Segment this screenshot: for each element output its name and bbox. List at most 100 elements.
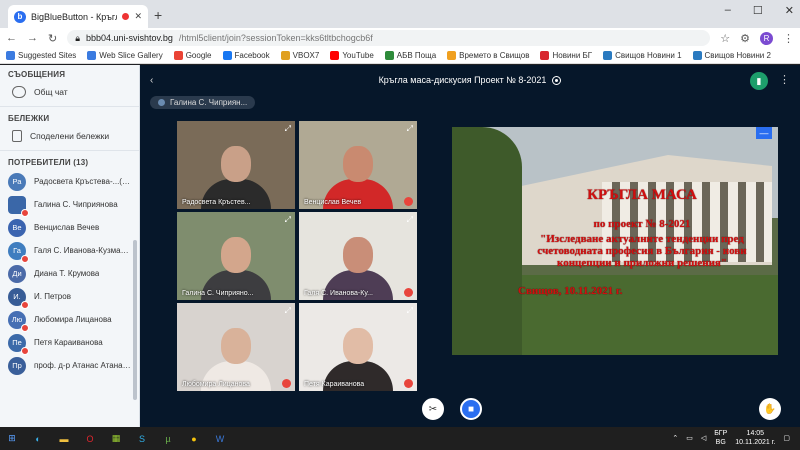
bookmark-item[interactable]: Свищов Новини 1 (603, 51, 682, 60)
network-icon[interactable]: ▭ (686, 434, 693, 442)
slide-line1: по проект № 8-2021 (593, 217, 691, 230)
video-tile[interactable]: ⤢ Радосвета Кръстев... (177, 121, 295, 209)
user-list-item[interactable]: Га Галя С. Иванова-Кузманова (0, 239, 139, 263)
bookmark-favicon-icon (384, 51, 394, 60)
bookmark-label: Facebook (234, 51, 270, 60)
video-tile[interactable]: ⤢ Петя Караиванова (299, 303, 417, 391)
bookmark-label: VBOX7 (292, 51, 320, 60)
user-name: проф. д-р Атанас Атанасов (34, 361, 131, 370)
chrome-icon[interactable]: ● (186, 432, 202, 446)
bookmark-item[interactable]: Web Slice Gallery (87, 51, 163, 60)
torrent-icon[interactable]: µ (160, 432, 176, 446)
profile-avatar[interactable]: R (760, 31, 773, 45)
user-avatar: Га (8, 241, 29, 263)
browser-tab[interactable]: b BigBlueButton - Кръгла мас... ✕ (8, 5, 148, 28)
clock-date: 10.11.2021 г. (735, 439, 776, 446)
user-list-item[interactable]: Ве Венцислав Вечев (0, 216, 139, 239)
video-tile[interactable]: ⤢ Любомира Лицанова (177, 303, 295, 391)
more-menu-icon[interactable]: ⋮ (783, 32, 794, 45)
user-initials: Лю (11, 315, 23, 324)
video-participant-name[interactable]: Венцислав Вечев (304, 199, 361, 206)
bookmark-item[interactable]: Facebook (222, 51, 270, 60)
bookmark-item[interactable]: YouTube (330, 51, 374, 60)
volume-icon[interactable]: ◁ (701, 434, 706, 442)
edge-icon[interactable]: ◐ (30, 432, 46, 446)
bookmark-favicon-icon (692, 51, 702, 60)
file-explorer-icon[interactable]: ▬ (56, 432, 72, 446)
bookmark-item[interactable]: Suggested Sites (6, 51, 76, 60)
user-list-item[interactable]: Пе Петя Караиванова (0, 331, 139, 355)
fullscreen-icon[interactable]: ⤢ (285, 124, 291, 134)
fullscreen-icon[interactable]: ⤢ (407, 215, 413, 225)
windows-start-icon[interactable]: ⊞ (4, 432, 20, 446)
bookmark-item[interactable]: Свищов Новини 2 (692, 51, 771, 60)
shared-notes-item[interactable]: Споделени бележки (0, 126, 139, 148)
fullscreen-icon[interactable]: ⤢ (285, 215, 291, 225)
fullscreen-icon[interactable]: ⤢ (407, 306, 413, 316)
excel-like-icon[interactable]: ▦ (108, 432, 124, 446)
notifications-icon[interactable]: ▢ (783, 434, 790, 442)
language-indicator[interactable]: БГР BG (714, 429, 727, 447)
toggle-sidebar-icon[interactable]: ‹ (150, 75, 153, 86)
bookmark-item[interactable]: Времето в Свищов (447, 51, 529, 60)
video-tile[interactable]: ⤢ Галина С. Чиприяно... (177, 212, 295, 300)
user-list-item[interactable]: Галина С. Чиприянова (0, 193, 139, 217)
clock[interactable]: 14:05 10.11.2021 г. (735, 429, 775, 447)
close-tab-icon[interactable]: ✕ (134, 11, 142, 22)
taskbar: ⊞ ◐ ▬ O ▦ S µ ● W ⌃ ▭ ◁ БГР BG 14:05 10.… (0, 427, 800, 450)
reload-button[interactable]: ↻ (48, 32, 57, 45)
user-list-item[interactable]: Ра Радосвета Кръстева-...(Вие) (0, 170, 139, 193)
video-participant-name[interactable]: Радосвета Кръстев... (182, 199, 251, 206)
url-field[interactable]: 🔒︎ bbb04.uni-svishtov.bg/html5client/joi… (67, 30, 711, 46)
bookmark-item[interactable]: VBOX7 (280, 51, 320, 60)
minimize-presentation-button[interactable]: — (756, 127, 772, 139)
slide-line2: "Изследване актуалните тенденции пред сч… (537, 232, 747, 269)
extensions-icon[interactable]: ⚙ (740, 32, 750, 45)
user-avatar (8, 195, 29, 217)
skype-icon[interactable]: S (134, 432, 150, 446)
options-menu-icon[interactable]: ⋮ (779, 73, 790, 86)
video-tile[interactable]: ⤢ Галя С. Иванова-Ку... (299, 212, 417, 300)
bookmark-item[interactable]: Google (173, 51, 212, 60)
bookmark-favicon-icon (280, 51, 290, 60)
forward-button[interactable]: → (27, 32, 38, 44)
star-icon[interactable]: ☆ (720, 32, 730, 45)
back-button[interactable]: ← (6, 32, 17, 44)
connection-status-icon[interactable]: ▮ (750, 72, 768, 90)
user-list-item[interactable]: Лю Любомира Лицанова (0, 308, 139, 332)
video-grid: ⤢ Радосвета Кръстев... ⤢ Венцислав Вечев ⤢ Га… (177, 121, 417, 391)
users-header: ПОТРЕБИТЕЛИ (13) (8, 158, 89, 167)
camera-button[interactable]: ■ (460, 398, 482, 420)
minimize-button[interactable]: – (725, 4, 731, 17)
share-screen-button[interactable]: ✂ (422, 398, 444, 420)
user-list-item[interactable]: Ди Диана Т. Крумова (0, 262, 139, 285)
bookmark-favicon-icon (447, 51, 457, 60)
public-chat-item[interactable]: Общ чат (0, 82, 139, 104)
sidebar-scrollbar[interactable] (133, 240, 137, 400)
muted-mic-icon (404, 379, 413, 388)
close-window-button[interactable]: ✕ (785, 4, 794, 17)
fullscreen-icon[interactable]: ⤢ (407, 124, 413, 134)
record-icon[interactable] (552, 75, 562, 85)
user-list-item[interactable]: Пр проф. д-р Атанас Атанасов (0, 354, 139, 377)
word-icon[interactable]: W (212, 432, 228, 446)
maximize-button[interactable]: ☐ (753, 4, 763, 17)
tray-chevron-icon[interactable]: ⌃ (672, 434, 678, 442)
bookmark-item[interactable]: Новини БГ (540, 51, 592, 60)
notes-icon (12, 130, 22, 142)
user-list-item[interactable]: И. И. Петров (0, 285, 139, 309)
bookmark-favicon-icon (540, 51, 550, 60)
video-participant-name[interactable]: Любомира Лицанова (182, 381, 250, 388)
video-tile[interactable]: ⤢ Венцислав Вечев (299, 121, 417, 209)
messages-header: СЪОБЩЕНИЯ (8, 70, 66, 79)
user-initials: Ди (12, 269, 22, 278)
new-tab-button[interactable]: + (154, 7, 162, 23)
opera-icon[interactable]: O (82, 432, 98, 446)
bookmark-item[interactable]: АБВ Поща (384, 51, 436, 60)
video-participant-name[interactable]: Петя Караиванова (304, 381, 364, 388)
fullscreen-icon[interactable]: ⤢ (285, 306, 291, 316)
video-participant-name[interactable]: Галя С. Иванова-Ку... (304, 290, 373, 297)
raise-hand-button[interactable]: ✋ (759, 398, 781, 420)
video-participant-name[interactable]: Галина С. Чиприяно... (182, 290, 254, 297)
url-path: /html5client/join?sessionToken=kks6tltbc… (178, 33, 373, 43)
